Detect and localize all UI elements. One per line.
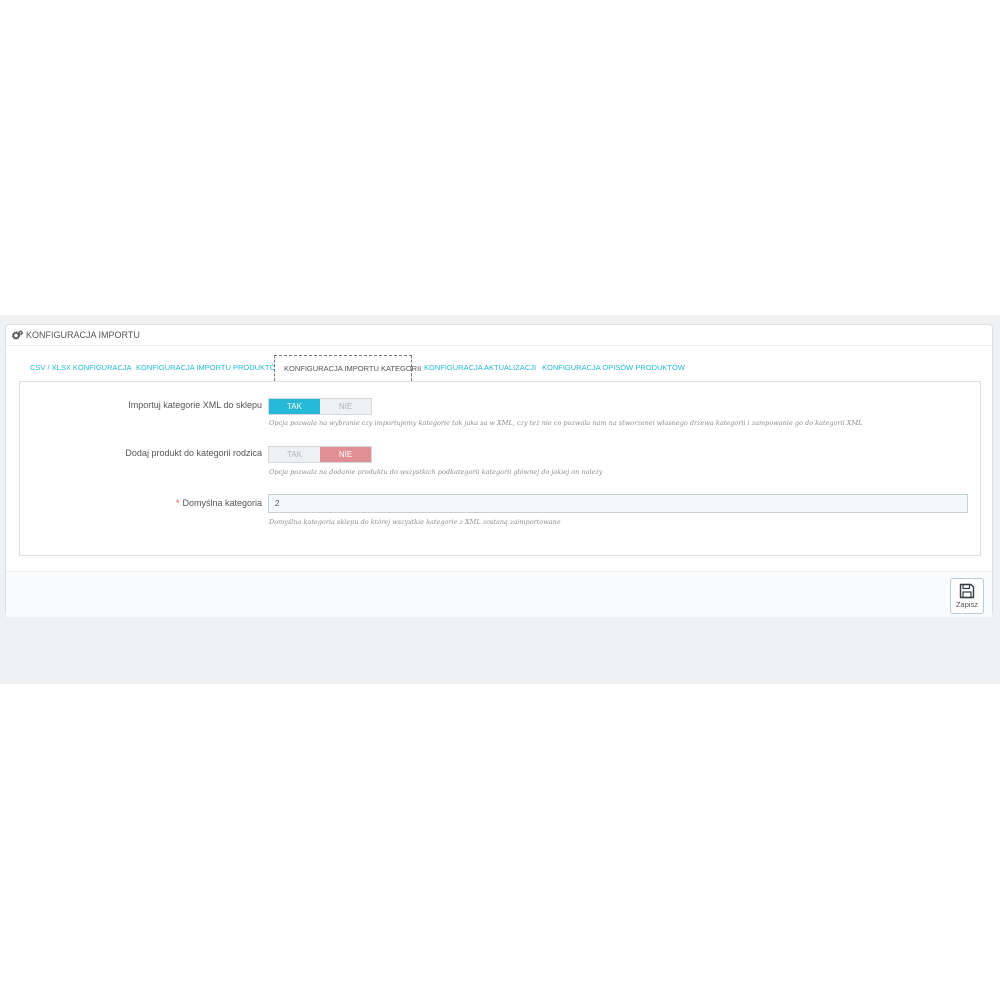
import-categories-label: Importuj kategorie XML do sklepu (128, 400, 262, 410)
add-to-parent-switch[interactable]: TAK NIE (268, 446, 372, 463)
import-categories-help: Opcja pozwala na wybranie czy importujem… (269, 419, 863, 427)
tab-content: Importuj kategorie XML do sklepu TAK NIE… (19, 381, 981, 556)
save-label: Zapisz (955, 600, 979, 609)
tab-category-import-config[interactable]: KONFIGURACJA IMPORTU KATEGORII (274, 355, 421, 381)
floppy-disk-icon (959, 583, 975, 599)
cogs-icon (12, 330, 23, 340)
add-to-parent-label: Dodaj produkt do kategorii rodzica (125, 448, 262, 458)
panel-footer: Zapisz (6, 571, 992, 617)
import-config-panel: KONFIGURACJA IMPORTU CSV / XLSX KONFIGUR… (5, 324, 993, 617)
tab-bar: CSV / XLSX KONFIGURACJA KONFIGURACJA IMP… (20, 355, 982, 381)
add-to-parent-yes[interactable]: TAK (269, 447, 320, 462)
add-to-parent-help: Opcja pozwala na dodanie produktu do wsz… (269, 468, 603, 476)
panel-heading: KONFIGURACJA IMPORTU (6, 325, 992, 346)
save-button[interactable]: Zapisz (950, 578, 984, 614)
tab-product-import-config[interactable]: KONFIGURACJA IMPORTU PRODUKTÓW (136, 355, 283, 381)
default-category-label-text: Domyślna kategoria (182, 498, 262, 508)
tab-csv-xlsx-config[interactable]: CSV / XLSX KONFIGURACJA (30, 355, 132, 381)
import-categories-switch[interactable]: TAK NIE (268, 398, 372, 415)
panel-title: KONFIGURACJA IMPORTU (26, 330, 140, 340)
import-categories-yes[interactable]: TAK (269, 399, 320, 414)
add-to-parent-no[interactable]: NIE (320, 447, 371, 462)
import-categories-no[interactable]: NIE (320, 399, 371, 414)
tab-product-descriptions-config[interactable]: KONFIGURACJA OPISÓW PRODUKTÓW (542, 355, 685, 381)
default-category-input[interactable]: 2 (268, 494, 968, 513)
required-mark: * (175, 498, 180, 508)
default-category-help: Domyślna kategoria sklepu do której wszy… (269, 518, 561, 526)
tab-update-config[interactable]: KONFIGURACJA AKTUALIZACJI (424, 355, 536, 381)
default-category-label: * Domyślna kategoria (176, 498, 262, 508)
